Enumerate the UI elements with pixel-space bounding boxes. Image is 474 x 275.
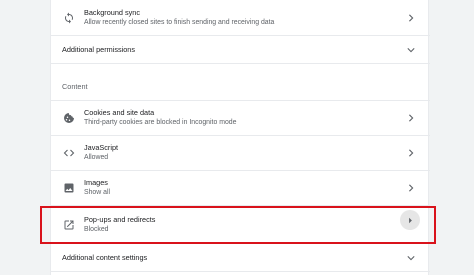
image-icon <box>58 177 80 199</box>
additional-content-settings-title: Additional content settings <box>62 252 148 262</box>
chevron-right-icon <box>406 13 416 23</box>
sync-icon <box>58 7 80 29</box>
images-subtitle: Show all <box>84 189 111 196</box>
code-icon <box>58 142 80 164</box>
chevron-right-icon <box>406 113 416 123</box>
additional-content-settings-row[interactable]: Additional content settings <box>51 244 430 272</box>
background-sync-row[interactable]: Background sync Allow recently closed si… <box>51 0 430 36</box>
background-sync-title: Background sync <box>84 7 140 17</box>
cookies-row[interactable]: Cookies and site data Third-party cookie… <box>51 100 430 136</box>
additional-permissions-row[interactable]: Additional permissions <box>51 36 430 64</box>
expand-chevron-icon[interactable] <box>406 45 416 55</box>
highlight-box <box>40 206 436 244</box>
javascript-title: JavaScript <box>84 143 119 152</box>
images-title: Images <box>84 178 108 187</box>
content-section-heading: Content <box>62 82 88 91</box>
images-row[interactable]: Images Show all <box>51 171 430 206</box>
chevron-right-icon <box>406 148 416 158</box>
javascript-row[interactable]: JavaScript Allowed <box>51 136 430 171</box>
chevron-right-icon <box>406 183 416 193</box>
cookies-title: Cookies and site data <box>84 108 155 117</box>
cookie-icon <box>58 107 80 129</box>
cookies-subtitle: Third-party cookies are blocked in Incog… <box>84 119 237 126</box>
background-sync-subtitle: Allow recently closed sites to finish se… <box>84 18 275 26</box>
expand-chevron-icon[interactable] <box>406 253 416 263</box>
javascript-subtitle: Allowed <box>84 154 109 161</box>
additional-permissions-title: Additional permissions <box>62 44 136 54</box>
